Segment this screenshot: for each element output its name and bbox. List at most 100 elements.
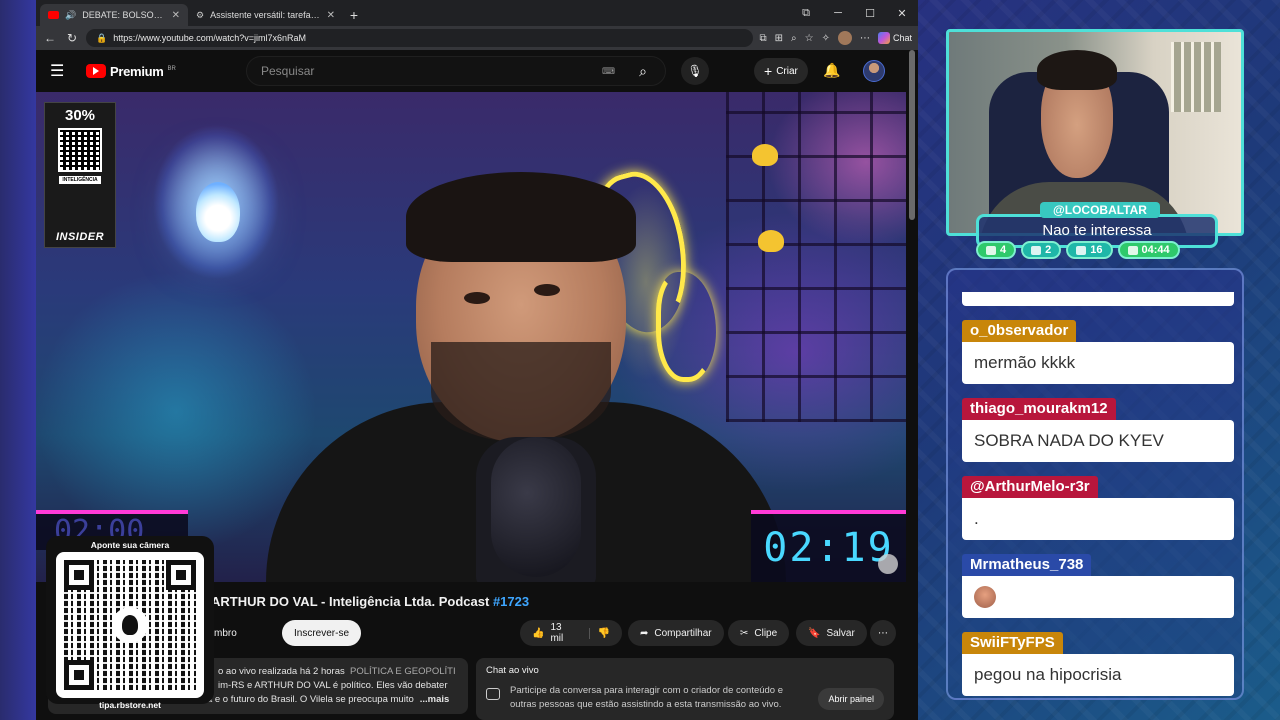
chat-text (962, 576, 1234, 618)
qr-code (56, 552, 204, 698)
show-more-link[interactable]: ...mais (420, 693, 450, 707)
qr-overlay: Aponte sua câmera tipa.rbstore.net (46, 536, 214, 710)
video-player[interactable]: 30% INTELIGÊNCIA INSIDER 02:00 02:19 (36, 92, 906, 582)
keyboard-icon[interactable]: ⌨ (602, 66, 615, 77)
lamp-image (196, 182, 240, 242)
window-blinds-image (1171, 42, 1221, 112)
profile-avatar[interactable] (837, 31, 852, 45)
stat-timer: 04:44 (1117, 241, 1180, 259)
chat-username: o_0bservador (962, 320, 1077, 342)
youtube-logo[interactable]: Premium BR (86, 64, 176, 79)
speaker-icon[interactable]: 🔊 (65, 10, 76, 21)
microphone-image (491, 437, 581, 577)
link-icon (1076, 245, 1087, 255)
chat-icon (986, 245, 996, 255)
zoom-icon[interactable]: ⌕ (791, 33, 797, 44)
close-tab-icon[interactable]: ✕ (172, 10, 180, 21)
more-actions-button[interactable]: ⋯ (870, 620, 896, 646)
host-hair (406, 172, 636, 262)
qr-logo-icon (112, 607, 148, 643)
tab-assistant[interactable]: ⚙ Assistente versátil: tarefas, respost…… (188, 4, 343, 26)
open-panel-button[interactable]: Abrir painel (818, 688, 884, 710)
chat-username: SwiiFTyFPS (962, 632, 1063, 654)
video-timer: 02:19 (751, 510, 906, 582)
description-category[interactable]: POLÍTICA E GEOPOLÍTI (350, 666, 456, 677)
save-label: Salvar (826, 627, 855, 639)
voice-search-icon[interactable]: 🎙 (681, 57, 709, 85)
qr-finder (64, 660, 94, 690)
bookmark-icon: 🔖 (808, 627, 821, 639)
like-count: 13 mil (550, 622, 564, 644)
favorite-star-icon[interactable]: ☆ (805, 33, 814, 44)
search-input[interactable]: Pesquisar ⌨ ⌕ (246, 56, 666, 86)
hashtag-link[interactable]: #1723 (493, 594, 529, 609)
address-bar-icons: ⧉ ⊞ ⌕ ☆ ✧ ⋯ Chat (759, 31, 912, 45)
chat-bubble-icon (486, 688, 500, 700)
open-panel-label: Abrir painel (828, 694, 874, 704)
subscribe-button[interactable]: Inscrever-se (282, 620, 362, 646)
stream-left-edge (0, 0, 36, 720)
qr-site: tipa.rbstore.net (99, 700, 161, 710)
like-button[interactable]: 👍 13 mil 👎 (520, 620, 622, 646)
chat-message: SwiiFTyFPS pegou na hipocrisia (962, 632, 1234, 696)
thumbs-down-icon[interactable]: 👎 (588, 627, 610, 639)
refresh-icon[interactable]: ↻ (64, 31, 80, 45)
description-meta: o ao vivo realizada há 2 horas (218, 666, 345, 677)
promo-qr-code (58, 128, 102, 172)
promo-overlay: 30% INTELIGÊNCIA INSIDER (44, 102, 116, 248)
extensions-icon[interactable]: ✧ (822, 33, 830, 44)
account-avatar[interactable] (863, 60, 885, 82)
maximize-icon[interactable]: ☐ (854, 7, 886, 20)
tab-actions-icon[interactable]: ⧉ (790, 7, 822, 20)
stream-stats: 4 2 16 04:44 (976, 241, 1180, 259)
brain-logo-icon (878, 554, 898, 574)
url-field[interactable]: 🔒 https://www.youtube.com/watch?v=jiml7x… (86, 29, 754, 47)
new-tab-button[interactable]: + (343, 4, 365, 26)
tab-youtube[interactable]: 🔊 DEBATE: BOLSONARISTA X M… ✕ (40, 4, 188, 26)
clip-button[interactable]: ✂ Clipe (728, 620, 790, 646)
live-chat-box: Chat ao vivo Participe da conversa para … (476, 658, 894, 720)
stat-value: 4 (1000, 244, 1007, 256)
qr-finder (166, 560, 196, 590)
chat-text: mermão kkkk (962, 342, 1234, 384)
translate-icon[interactable]: ⧉ (759, 33, 766, 44)
share-button[interactable]: ➦ Compartilhar (628, 620, 724, 646)
chat-label: Chat (892, 33, 912, 43)
timer-value: 02:19 (763, 525, 894, 571)
chat-message: thiago_mourakm12 SOBRA NADA DO KYEV (962, 398, 1234, 462)
live-chat-header: Chat ao vivo (486, 665, 539, 676)
tab-title: DEBATE: BOLSONARISTA X M… (82, 10, 166, 20)
whatsapp-clock-icon (1127, 245, 1138, 255)
close-tab-icon[interactable]: ✕ (327, 10, 335, 21)
youtube-header: ☰ Premium BR Pesquisar ⌨ ⌕ 🎙 + Criar 🔔 (36, 50, 918, 92)
notifications-bell-icon[interactable]: 🔔 (823, 62, 840, 79)
thumbs-up-icon: 👍 (532, 627, 545, 639)
promo-brand: INSIDER (55, 231, 105, 243)
chat-text: . (962, 498, 1234, 540)
share-icon: ➦ (640, 627, 649, 639)
stream-chat-panel: o_0bservador mermão kkkk thiago_mourakm1… (946, 268, 1244, 700)
hamburger-menu-icon[interactable]: ☰ (50, 61, 74, 81)
streamer-hair (1037, 50, 1117, 90)
page-scrollbar[interactable] (909, 50, 915, 220)
close-window-icon[interactable]: ✕ (886, 7, 918, 20)
chat-message: o_0bservador mermão kkkk (962, 320, 1234, 384)
url-text: https://www.youtube.com/watch?v=jiml7x6n… (113, 33, 307, 43)
address-bar-row: ← ↻ 🔒 https://www.youtube.com/watch?v=ji… (36, 26, 918, 50)
search-icon[interactable]: ⌕ (621, 57, 665, 85)
back-icon[interactable]: ← (42, 31, 58, 45)
chat-text: SOBRA NADA DO KYEV (962, 420, 1234, 462)
more-menu-icon[interactable]: ⋯ (860, 33, 870, 44)
plus-icon: + (764, 63, 773, 79)
stat-link: 16 (1066, 241, 1113, 259)
copilot-chat-button[interactable]: Chat (877, 32, 912, 44)
chat-message: @ArthurMelo-r3r . (962, 476, 1234, 540)
apps-icon[interactable]: ⊞ (775, 33, 783, 44)
create-button[interactable]: + Criar (754, 58, 808, 84)
face-emote-icon (974, 586, 996, 608)
host-eye (534, 284, 560, 296)
minimize-icon[interactable]: ─ (822, 7, 854, 19)
save-button[interactable]: 🔖 Salvar (796, 620, 867, 646)
qr-caption: Aponte sua câmera (90, 540, 170, 550)
chat-username: Mrmatheus_738 (962, 554, 1092, 576)
